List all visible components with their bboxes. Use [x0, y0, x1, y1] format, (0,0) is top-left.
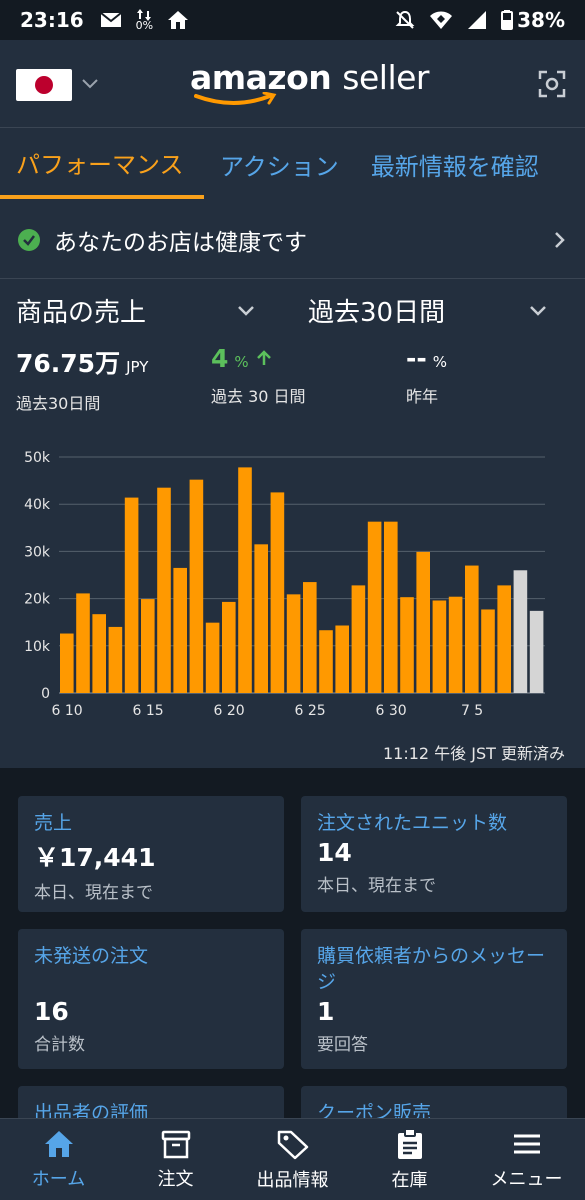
metric-selector[interactable]: 商品の売上	[16, 292, 256, 329]
x-tick-label: 7 5	[461, 703, 483, 719]
chart-bar[interactable]	[124, 497, 139, 693]
amazon-seller-logo: amazon seller	[190, 58, 429, 114]
x-tick-label: 6 20	[214, 703, 245, 719]
chart-bar[interactable]	[173, 567, 187, 693]
chart-bar[interactable]	[157, 487, 171, 693]
battery-percent: 38%	[517, 8, 565, 32]
chart-bar[interactable]	[270, 492, 285, 693]
chart-bar[interactable]	[351, 585, 366, 693]
arrow-up-icon	[256, 350, 271, 365]
nav-listings[interactable]: 出品情報	[234, 1119, 351, 1200]
x-tick-label: 6 25	[295, 703, 326, 719]
chart-bar[interactable]	[481, 609, 495, 693]
last-updated-text: 11:12 午後 JST 更新済み	[382, 744, 565, 763]
chart-bar[interactable]	[108, 626, 123, 693]
card-buyer-messages[interactable]: 購買依頼者からのメッセージ 1 要回答	[301, 929, 567, 1069]
data-saver-indicator: 0%	[136, 9, 153, 31]
y-tick-label: 30k	[24, 544, 51, 560]
chart-bar[interactable]	[400, 597, 414, 693]
chevron-right-icon	[555, 231, 565, 248]
home-status-icon	[168, 11, 189, 29]
chart-bar[interactable]	[513, 570, 528, 693]
chart-bar[interactable]	[319, 630, 333, 693]
bell-off-icon	[395, 10, 415, 29]
wifi-icon	[430, 11, 453, 29]
chart-bar[interactable]	[60, 633, 74, 693]
chart-bar[interactable]	[432, 600, 447, 693]
chart-bar[interactable]	[254, 544, 268, 693]
chevron-down-icon	[530, 306, 546, 316]
y-tick-label: 50k	[24, 450, 51, 466]
account-health-row[interactable]: あなたのお店は健康です	[0, 201, 585, 279]
clipboard-icon	[397, 1127, 422, 1159]
chart-svg: 0 10k 20k 30k 40k 50k 6 10 6 15 6 20 6 25 6 30 7 5	[24, 450, 545, 719]
chart-bar[interactable]	[222, 601, 236, 693]
chart-bar[interactable]	[367, 521, 382, 693]
y-tick-label: 20k	[24, 592, 51, 608]
chart-bar[interactable]	[205, 622, 220, 693]
y-tick-label: 0	[41, 686, 50, 702]
chart-bar[interactable]	[238, 467, 252, 693]
dashboard-cards: 売上 ￥17,441 本日、現在まで 注文されたユニット数 14 本日、現在まで…	[0, 768, 585, 1146]
chart-bar[interactable]	[335, 625, 349, 693]
card-units-ordered[interactable]: 注文されたユニット数 14 本日、現在まで	[301, 796, 567, 912]
amazon-smile-icon	[194, 92, 277, 105]
nav-home[interactable]: ホーム	[0, 1119, 117, 1200]
chart-bar[interactable]	[76, 593, 90, 693]
card-unshipped-orders[interactable]: 未発送の注文 16 合計数	[18, 929, 284, 1069]
period-selector[interactable]: 過去30日間	[308, 292, 548, 329]
chart-bar[interactable]	[529, 610, 544, 693]
tab-latest-info[interactable]: 最新情報を確認	[355, 129, 555, 199]
tab-performance[interactable]: パフォーマンス	[0, 129, 204, 199]
nav-orders[interactable]: 注文	[117, 1119, 234, 1200]
change-metric: 4% 過去 30 日間	[211, 344, 306, 406]
box-icon	[161, 1130, 190, 1158]
nav-menu[interactable]: メニュー	[468, 1119, 585, 1200]
card-sales[interactable]: 売上 ￥17,441 本日、現在まで	[18, 796, 284, 912]
check-icon	[18, 228, 40, 251]
status-bar: 23:16 0% 38%	[0, 0, 585, 40]
tab-actions[interactable]: アクション	[204, 129, 355, 199]
battery-icon	[501, 10, 514, 30]
scan-icon[interactable]	[538, 70, 566, 98]
y-tick-label: 40k	[24, 497, 51, 513]
tag-icon	[277, 1130, 308, 1159]
chart-selectors: 商品の売上 過去30日間	[0, 282, 585, 342]
y-tick-label: 10k	[24, 639, 51, 655]
mail-icon	[100, 12, 122, 27]
chevron-down-icon[interactable]	[80, 73, 100, 93]
signal-icon	[468, 11, 487, 29]
x-tick-label: 6 10	[52, 703, 83, 719]
nav-inventory[interactable]: 在庫	[351, 1119, 468, 1200]
chart-bar[interactable]	[416, 551, 430, 693]
bottom-nav: ホーム 注文 出品情報 在庫 メニュー	[0, 1118, 585, 1200]
chart-bar[interactable]	[286, 594, 301, 693]
app-header: amazon seller	[0, 40, 585, 128]
chart-bar[interactable]	[303, 582, 317, 693]
chart-bar[interactable]	[465, 565, 479, 693]
japan-flag-icon[interactable]	[16, 69, 72, 101]
home-icon	[44, 1130, 73, 1157]
yoy-metric: --% 昨年	[406, 344, 448, 406]
chevron-down-icon	[238, 306, 254, 316]
chart-bar[interactable]	[384, 521, 398, 693]
sales-metric: 76.75万 JPY 過去30日間	[16, 349, 149, 413]
health-status-text: あなたのお店は健康です	[54, 229, 307, 256]
x-tick-label: 6 15	[133, 703, 164, 719]
x-tick-label: 6 30	[376, 703, 407, 719]
chart-bar[interactable]	[448, 596, 463, 693]
sales-bar-chart[interactable]: 0 10k 20k 30k 40k 50k 6 10 6 15 6 20 6 25 6 30 7 5	[0, 440, 585, 730]
metrics-summary: 76.75万 JPY 過去30日間 4% 過去 30 日間 --% 昨年	[0, 344, 585, 414]
chart-bar[interactable]	[92, 614, 106, 693]
chart-bar[interactable]	[189, 479, 204, 693]
top-tabs: パフォーマンス アクション 最新情報を確認	[0, 129, 585, 199]
menu-icon	[513, 1134, 540, 1153]
status-time: 23:16	[20, 8, 84, 32]
chart-bar[interactable]	[141, 599, 155, 693]
chart-bar[interactable]	[497, 585, 511, 693]
